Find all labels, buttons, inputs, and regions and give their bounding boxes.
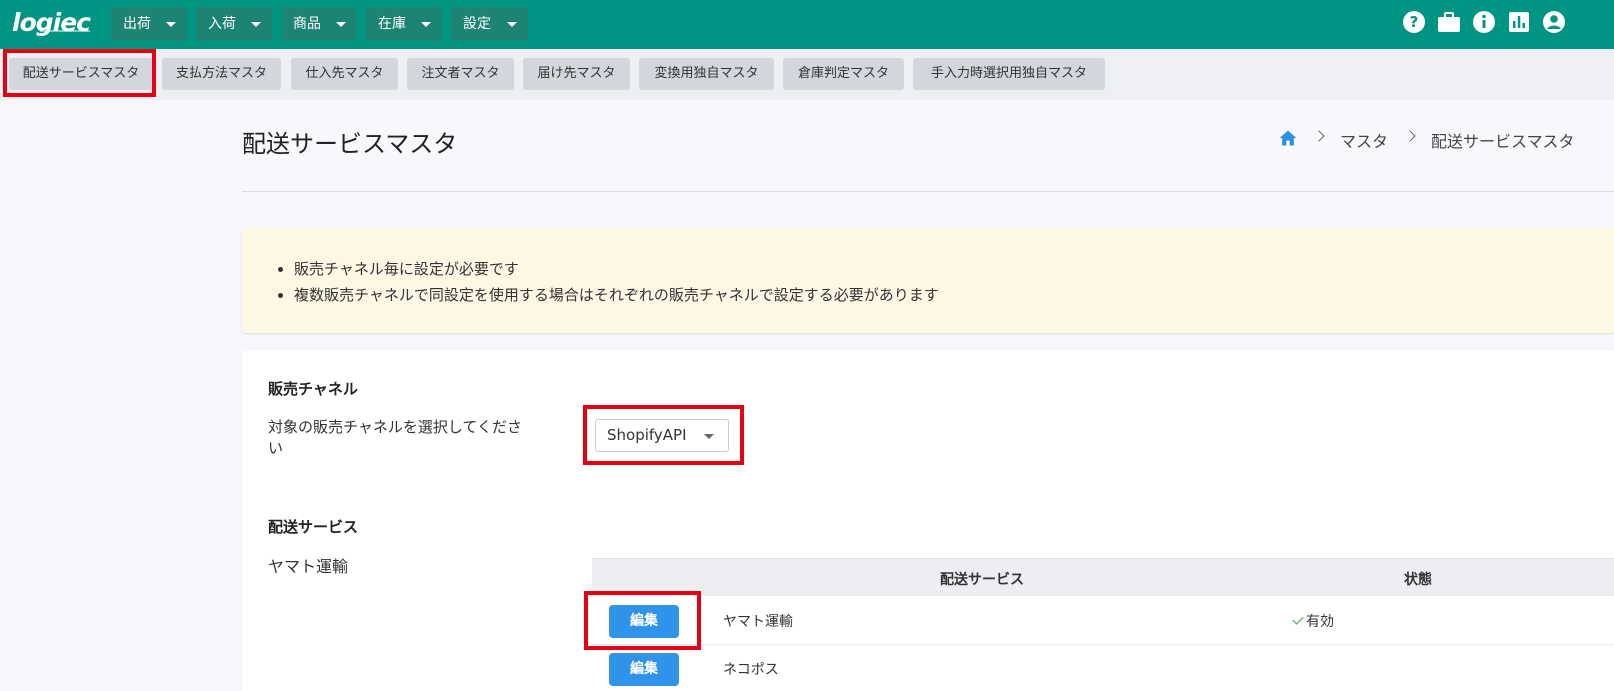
tab-manual-input-master[interactable]: 手入力時選択用独自マスタ: [913, 58, 1105, 90]
nav-menu-products[interactable]: 商品: [281, 7, 357, 41]
top-navbar: logiec 出荷 入荷 商品 在庫 設定 ?: [0, 0, 1614, 49]
channel-section-title: 販売チャネル: [268, 380, 358, 398]
notice-item: 販売チャネル毎に設定が必要です: [294, 256, 939, 282]
nav-menu-inventory[interactable]: 在庫: [366, 7, 442, 41]
nav-menu-receiving[interactable]: 入荷: [196, 7, 272, 41]
chevron-right-icon: [1313, 130, 1325, 142]
status-label: 有効: [1306, 614, 1334, 630]
channel-label-line2: い: [268, 439, 284, 457]
channel-label-line1: 対象の販売チャネルを選択してくださ: [268, 418, 522, 436]
logo-underline: [40, 30, 90, 32]
caret-down-icon: [251, 22, 261, 27]
tab-delivery-service-master[interactable]: 配送サービスマスタ: [9, 58, 153, 90]
tab-supplier-master[interactable]: 仕入先マスタ: [291, 58, 398, 90]
help-icon[interactable]: ?: [1402, 10, 1426, 34]
tab-payment-method-master[interactable]: 支払方法マスタ: [162, 58, 281, 90]
breadcrumb-item-current: 配送サービスマスタ: [1431, 132, 1575, 151]
delivery-section-title: 配送サービス: [268, 518, 359, 536]
check-icon: [1292, 613, 1304, 625]
sales-channel-select[interactable]: ShopifyAPI: [595, 419, 729, 452]
home-icon[interactable]: [1278, 128, 1298, 148]
edit-button[interactable]: 編集: [609, 653, 679, 686]
caret-down-icon: [166, 22, 176, 27]
page-title: 配送サービスマスタ: [242, 130, 458, 158]
sales-channel-value: ShopifyAPI: [607, 426, 687, 444]
status-cell: 有効: [1292, 611, 1334, 631]
master-tab-bar: 配送サービスマスタ 支払方法マスタ 仕入先マスタ 注文者マスタ 届け先マスタ 変…: [0, 49, 1614, 100]
edit-button[interactable]: 編集: [609, 605, 679, 638]
caret-down-icon: [421, 22, 431, 27]
breadcrumb-item-master[interactable]: マスタ: [1340, 128, 1388, 152]
nav-menu-label: 出荷: [123, 16, 151, 32]
nav-menu-label: 商品: [293, 16, 321, 32]
logo[interactable]: logiec: [12, 8, 91, 38]
carrier-name: ヤマト運輸: [268, 557, 349, 576]
table-header: 配送サービス 状態: [592, 558, 1614, 596]
tab-recipient-master[interactable]: 届け先マスタ: [523, 58, 630, 90]
tab-orderer-master[interactable]: 注文者マスタ: [407, 58, 514, 90]
notice-item: 複数販売チャネルで同設定を使用する場合はそれぞれの販売チャネルで設定する必要があ…: [294, 282, 939, 308]
caret-down-icon: [507, 22, 517, 27]
column-header-service: 配送サービス: [940, 572, 1024, 588]
tab-warehouse-rule-master[interactable]: 倉庫判定マスタ: [783, 58, 904, 90]
tab-conversion-master[interactable]: 変換用独自マスタ: [639, 58, 774, 90]
caret-down-icon: [704, 434, 714, 439]
notice-box: 販売チャネル毎に設定が必要です 複数販売チャネルで同設定を使用する場合はそれぞれ…: [242, 228, 1614, 333]
header-divider: [242, 191, 1614, 192]
nav-menu-label: 入荷: [208, 16, 236, 32]
service-name: ネコポス: [723, 662, 779, 678]
table-row: 編集 ヤマト運輸 有効: [592, 597, 1614, 645]
info-icon[interactable]: [1472, 10, 1496, 34]
nav-menu-label: 在庫: [378, 16, 406, 32]
nav-menu-label: 設定: [463, 16, 491, 32]
service-name: ヤマト運輸: [723, 614, 793, 630]
nav-menu-shipping[interactable]: 出荷: [111, 7, 187, 41]
caret-down-icon: [336, 22, 346, 27]
chevron-right-icon: [1404, 130, 1416, 142]
table-row: 編集 ネコポス: [592, 645, 1614, 691]
account-icon[interactable]: [1542, 10, 1566, 34]
channel-label: 対象の販売チャネルを選択してくださ い: [268, 417, 522, 459]
svg-text:?: ?: [1410, 13, 1419, 31]
column-header-status: 状態: [1404, 572, 1432, 588]
chart-icon[interactable]: [1507, 10, 1531, 34]
nav-menu-settings[interactable]: 設定: [451, 7, 528, 41]
briefcase-icon[interactable]: [1437, 10, 1461, 34]
